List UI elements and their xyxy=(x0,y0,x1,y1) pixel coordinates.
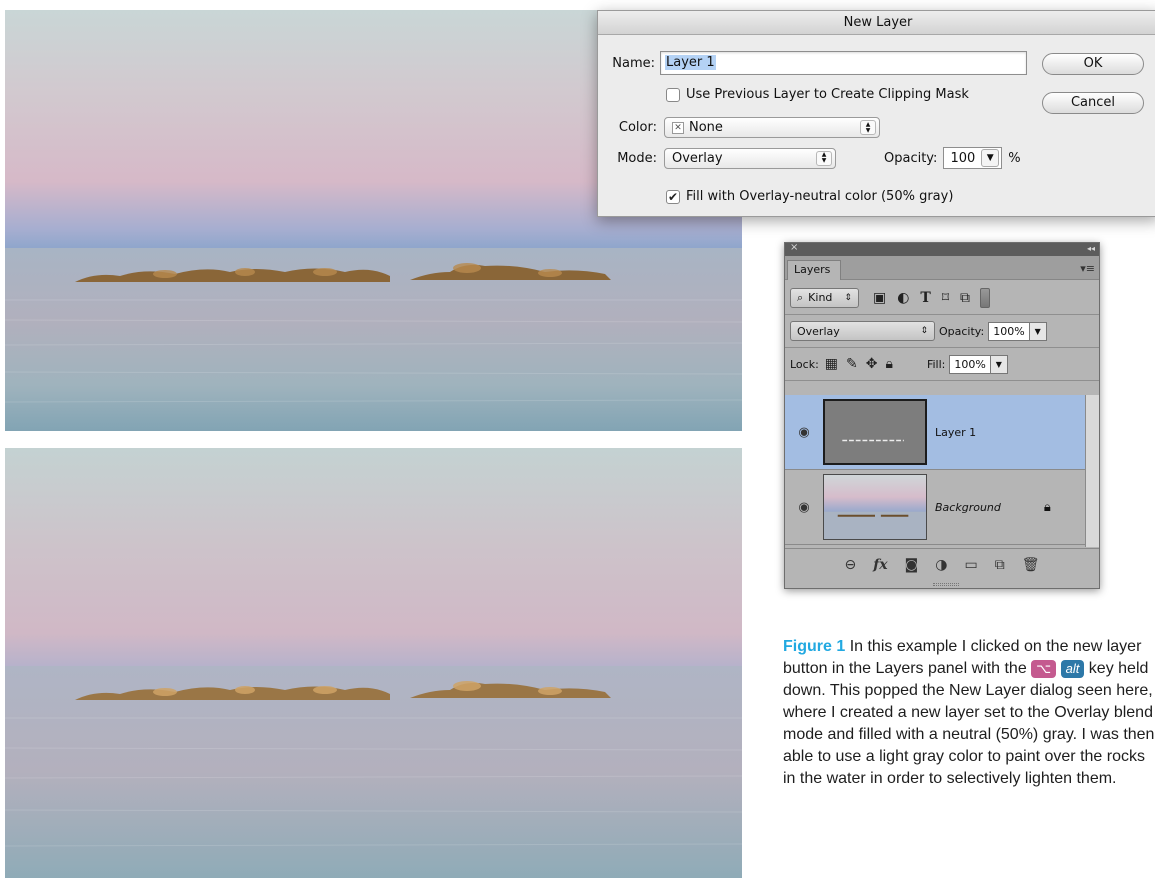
opacity-slider-icon[interactable]: ▼ xyxy=(1029,321,1047,341)
search-icon: ⌕ xyxy=(797,290,804,304)
lock-transparent-pixels-icon[interactable]: ▦ xyxy=(825,356,838,372)
color-value: None xyxy=(689,120,723,135)
visibility-eye-icon[interactable]: ◉ xyxy=(785,425,823,440)
layer-1-thumbnail xyxy=(823,399,927,465)
panel-tab-bar: Layers ▾≡ xyxy=(785,256,1099,280)
type-layer-filter-icon[interactable]: T xyxy=(920,290,930,306)
lock-label: Lock: xyxy=(790,357,819,371)
no-color-swatch-icon: ✕ xyxy=(672,121,684,134)
background-layer-name: Background xyxy=(935,500,1001,514)
smart-object-filter-icon[interactable]: ⧉ xyxy=(960,290,970,306)
ok-button[interactable]: OK xyxy=(1042,53,1144,75)
layer-locked-icon: 🔒︎ xyxy=(1043,499,1051,515)
fx-icon[interactable]: fx xyxy=(873,557,887,588)
dialog-title: New Layer xyxy=(598,11,1155,35)
new-layer-icon[interactable]: ⧉ xyxy=(995,557,1005,588)
shape-layer-filter-icon[interactable]: ⌑ xyxy=(942,290,949,306)
updown-arrows-icon: ▲ ▼ xyxy=(816,150,832,166)
color-label: Color: xyxy=(618,120,657,135)
blend-mode-value: Overlay xyxy=(797,324,840,338)
layer-row-background[interactable]: ◉ Background 🔒︎ xyxy=(785,470,1085,545)
opacity-field[interactable]: 100% xyxy=(988,321,1030,341)
name-label: Name: xyxy=(612,55,655,71)
layer-row-layer-1[interactable]: ◉ Layer 1 xyxy=(785,395,1085,470)
background-thumbnail xyxy=(823,474,927,540)
new-layer-dialog: New Layer Name: Layer 1 Use Previous Lay… xyxy=(597,10,1155,217)
opacity-label: Opacity: xyxy=(884,150,938,166)
filter-kind-dropdown[interactable]: ⌕ Kind ⇕ xyxy=(790,287,859,308)
filter-kind-label: Kind xyxy=(808,291,833,304)
fill-field[interactable]: 100% xyxy=(949,354,991,374)
mode-label: Mode: xyxy=(617,150,657,166)
updown-arrows-icon: ⇕ xyxy=(844,292,852,303)
panel-title-strip: × ◂◂ xyxy=(785,242,1099,256)
clipping-mask-checkbox[interactable] xyxy=(666,87,680,102)
opacity-unit: % xyxy=(1008,150,1021,166)
opacity-value: 100 xyxy=(950,150,976,166)
resize-grip[interactable] xyxy=(933,583,959,586)
color-dropdown[interactable]: ✕ None ▲ ▼ xyxy=(664,117,880,138)
caption-text-part2: key held down. This popped the New Layer… xyxy=(783,660,1155,787)
seascape-image-after xyxy=(5,448,742,878)
collapse-panel-icon[interactable]: ◂◂ xyxy=(1087,244,1095,253)
delete-layer-icon[interactable]: 🗑︎ xyxy=(1022,557,1040,588)
name-field[interactable]: Layer 1 xyxy=(660,51,1027,75)
fill-slider-icon[interactable]: ▼ xyxy=(990,354,1008,374)
tab-layers[interactable]: Layers xyxy=(787,260,841,280)
option-key-badge: ⌥ xyxy=(1031,659,1057,678)
clipping-mask-option[interactable]: Use Previous Layer to Create Clipping Ma… xyxy=(666,87,969,102)
opacity-label: Opacity: xyxy=(939,324,985,338)
link-layers-icon[interactable]: ⊖ xyxy=(845,557,857,588)
updown-arrows-icon: ⇕ xyxy=(920,326,928,336)
opacity-dropdown-icon[interactable]: ▼ xyxy=(981,149,1000,167)
fill-neutral-label: Fill with Overlay-neutral color (50% gra… xyxy=(686,189,954,204)
name-value: Layer 1 xyxy=(665,55,716,70)
layers-scrollbar[interactable] xyxy=(1085,395,1099,547)
new-group-icon[interactable]: ▭ xyxy=(964,557,977,588)
blend-mode-dropdown[interactable]: Overlay ⇕ xyxy=(790,321,935,341)
panel-footer-toolbar: ⊖ fx ◙ ◑ ▭ ⧉ 🗑︎ xyxy=(785,548,1099,588)
fill-label: Fill: xyxy=(926,357,946,371)
adjustment-layer-filter-icon[interactable]: ◐ xyxy=(897,290,909,306)
photo-after xyxy=(5,448,742,878)
alt-key-badge: alt xyxy=(1060,659,1085,678)
panel-menu-icon[interactable]: ▾≡ xyxy=(1080,262,1095,275)
figure-caption: Figure 1 In this example I clicked on th… xyxy=(783,636,1155,790)
lock-position-icon[interactable]: ✥ xyxy=(866,356,878,372)
updown-arrows-icon: ▲ ▼ xyxy=(860,120,876,135)
fill-neutral-option[interactable]: ✔ Fill with Overlay-neutral color (50% g… xyxy=(666,189,953,204)
mode-value: Overlay xyxy=(672,150,723,166)
fill-neutral-checkbox[interactable]: ✔ xyxy=(666,189,680,204)
lock-all-icon[interactable]: 🔒︎ xyxy=(886,356,893,372)
add-mask-icon[interactable]: ◙ xyxy=(905,557,919,588)
visibility-eye-icon[interactable]: ◉ xyxy=(785,500,823,515)
figure-label: Figure 1 xyxy=(783,638,846,655)
clipping-mask-label: Use Previous Layer to Create Clipping Ma… xyxy=(686,87,969,102)
pixel-layer-filter-icon[interactable]: ▣ xyxy=(873,290,886,306)
lock-image-pixels-icon[interactable]: ✎ xyxy=(846,356,858,372)
cancel-button[interactable]: Cancel xyxy=(1042,92,1144,114)
mode-dropdown[interactable]: Overlay ▲ ▼ xyxy=(664,147,836,169)
opacity-field[interactable]: 100 ▼ xyxy=(943,147,1003,169)
layers-panel: × ◂◂ Layers ▾≡ ⌕ Kind ⇕ ▣ ◐ T ⌑ ⧉ Overla… xyxy=(784,242,1100,589)
background-thumbnail-image xyxy=(824,475,926,539)
layer-1-thumbnail-image xyxy=(825,401,925,463)
close-panel-icon[interactable]: × xyxy=(790,242,798,253)
layer-1-name: Layer 1 xyxy=(935,425,977,439)
filter-toggle-switch[interactable] xyxy=(980,287,991,308)
